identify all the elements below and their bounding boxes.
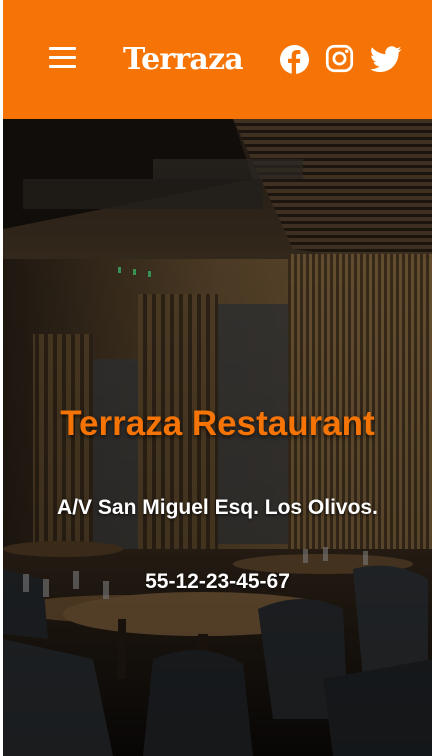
menu-bar — [49, 56, 76, 59]
menu-bar — [49, 47, 76, 50]
twitter-icon[interactable] — [370, 46, 402, 74]
top-header: Terraza — [3, 0, 432, 119]
facebook-icon[interactable] — [279, 44, 310, 75]
brand-logo-text[interactable]: Terraza — [116, 40, 250, 80]
menu-bar — [49, 65, 76, 68]
restaurant-address: A/V San Miguel Esq. Los Olivos. — [57, 496, 378, 519]
instagram-icon[interactable] — [325, 44, 354, 73]
restaurant-name-heading: Terraza Restaurant — [60, 404, 375, 443]
restaurant-phone[interactable]: 55-12-23-45-67 — [3, 568, 432, 596]
hamburger-menu-icon[interactable] — [49, 44, 77, 70]
hero-section: Terraza Restaurant A/V San Miguel Esq. L… — [3, 119, 432, 756]
page: Terraza Terraza Restaurant A/V San Migue… — [0, 0, 432, 756]
